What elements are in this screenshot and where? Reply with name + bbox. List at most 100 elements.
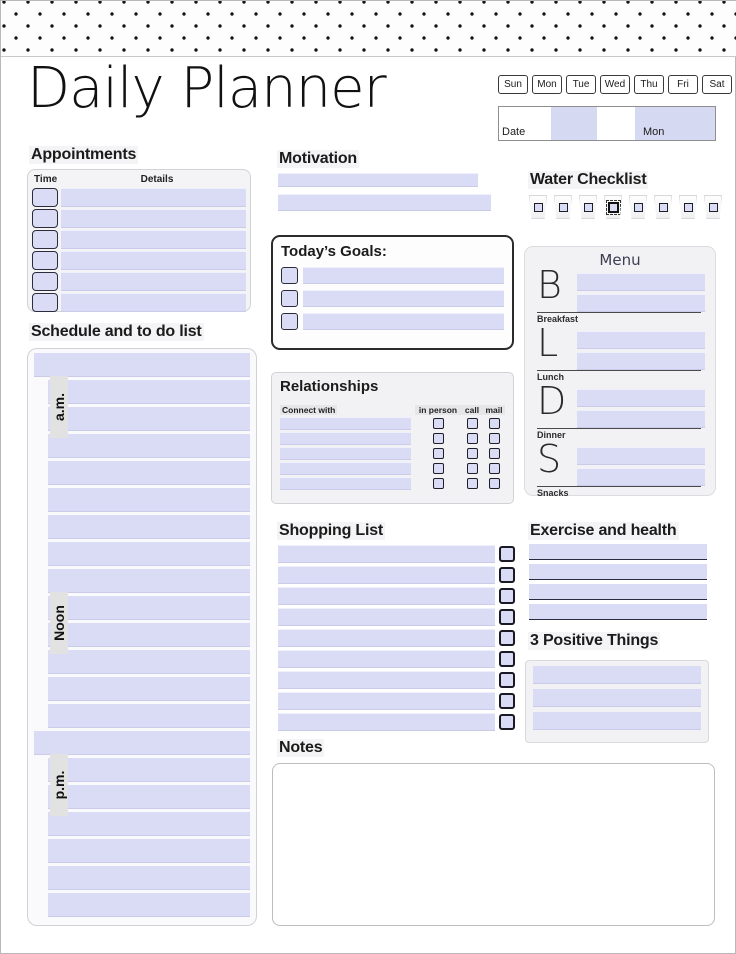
appointment-time-input[interactable] [32,209,58,228]
schedule-row-input[interactable] [48,488,250,512]
exercise-input[interactable] [529,584,707,600]
relationship-in-person-checkbox[interactable] [432,432,444,444]
appointment-details-input[interactable] [61,251,246,270]
shopping-item-input[interactable] [278,712,495,731]
shopping-item-checkbox[interactable] [499,650,515,667]
motivation-line-2[interactable] [278,194,491,211]
schedule-row-input[interactable] [48,596,250,620]
schedule-row-input[interactable] [48,677,250,701]
appointment-time-input[interactable] [32,272,58,291]
schedule-row-input[interactable] [48,704,250,728]
day-button-thu[interactable]: Thu [634,75,664,94]
appointment-time-input[interactable] [32,251,58,270]
schedule-row-input[interactable] [34,353,250,377]
water-glass-checkbox[interactable] [708,202,718,212]
day-button-sat[interactable]: Sat [702,75,732,94]
shopping-item-checkbox[interactable] [499,545,515,562]
relationship-in-person-checkbox[interactable] [432,417,444,429]
shopping-item-input[interactable] [278,565,495,584]
relationship-call-checkbox[interactable] [466,447,478,459]
shopping-item-checkbox[interactable] [499,713,515,730]
goal-input[interactable] [303,266,504,284]
exercise-input[interactable] [529,564,707,580]
water-glass-checkbox[interactable] [633,202,643,212]
water-glass-checkbox[interactable] [658,202,668,212]
goal-input[interactable] [303,312,504,330]
water-glass-5[interactable] [629,195,647,219]
schedule-row-input[interactable] [48,785,250,809]
relationship-name-input[interactable] [280,446,411,460]
shopping-item-checkbox[interactable] [499,629,515,646]
shopping-item-input[interactable] [278,544,495,563]
appointment-details-input[interactable] [61,272,246,291]
schedule-row-input[interactable] [48,812,250,836]
menu-meal-input[interactable] [577,468,705,486]
water-glass-3[interactable] [579,195,597,219]
day-button-mon[interactable]: Mon [532,75,562,94]
relationship-call-checkbox[interactable] [466,462,478,474]
relationship-mail-checkbox[interactable] [488,417,500,429]
relationship-name-input[interactable] [280,416,411,430]
menu-meal-input[interactable] [577,331,705,349]
schedule-row-input[interactable] [48,839,250,863]
shopping-item-input[interactable] [278,691,495,710]
relationship-mail-checkbox[interactable] [488,477,500,489]
goal-input[interactable] [303,289,504,307]
notes-textarea[interactable] [272,763,715,926]
water-glass-checkbox[interactable] [558,202,568,212]
shopping-item-checkbox[interactable] [499,671,515,688]
shopping-item-checkbox[interactable] [499,608,515,625]
water-glass-8[interactable] [704,195,722,219]
day-button-sun[interactable]: Sun [498,75,528,94]
relationship-in-person-checkbox[interactable] [432,477,444,489]
schedule-row-input[interactable] [48,623,250,647]
positive-thing-input[interactable] [533,666,701,684]
appointment-time-input[interactable] [32,188,58,207]
exercise-input[interactable] [529,544,707,560]
motivation-line-1[interactable] [278,173,478,187]
shopping-item-input[interactable] [278,628,495,647]
goal-checkbox[interactable] [281,289,298,307]
schedule-row-input[interactable] [48,542,250,566]
water-glass-4[interactable] [604,195,622,219]
relationship-call-checkbox[interactable] [466,432,478,444]
schedule-row-input[interactable] [48,650,250,674]
schedule-row-input[interactable] [48,434,250,458]
appointment-time-input[interactable] [32,230,58,249]
relationship-call-checkbox[interactable] [466,477,478,489]
menu-meal-input[interactable] [577,389,705,407]
shopping-item-checkbox[interactable] [499,692,515,709]
appointment-details-input[interactable] [61,293,246,312]
relationship-mail-checkbox[interactable] [488,462,500,474]
schedule-row-input[interactable] [48,569,250,593]
relationship-in-person-checkbox[interactable] [432,447,444,459]
relationship-name-input[interactable] [280,461,411,475]
relationship-in-person-checkbox[interactable] [432,462,444,474]
schedule-row-input[interactable] [48,515,250,539]
day-button-tue[interactable]: Tue [566,75,596,94]
menu-meal-input[interactable] [577,294,705,312]
goal-checkbox[interactable] [281,312,298,330]
relationship-name-input[interactable] [280,476,411,490]
menu-meal-input[interactable] [577,410,705,428]
shopping-item-input[interactable] [278,607,495,626]
appointment-details-input[interactable] [61,209,246,228]
relationship-mail-checkbox[interactable] [488,432,500,444]
water-glass-checkbox[interactable] [605,199,621,215]
schedule-row-input[interactable] [48,758,250,782]
relationship-name-input[interactable] [280,431,411,445]
water-glass-6[interactable] [654,195,672,219]
shopping-item-input[interactable] [278,670,495,689]
day-input[interactable] [597,107,635,140]
positive-thing-input[interactable] [533,712,701,730]
shopping-item-checkbox[interactable] [499,566,515,583]
appointment-time-input[interactable] [32,293,58,312]
day-button-fri[interactable]: Fri [668,75,698,94]
schedule-row-input[interactable] [48,407,250,431]
goal-checkbox[interactable] [281,266,298,284]
schedule-row-input[interactable] [34,731,250,755]
menu-meal-input[interactable] [577,273,705,291]
water-glass-checkbox[interactable] [583,202,593,212]
day-value-area[interactable]: Mon [635,107,715,140]
schedule-row-input[interactable] [48,893,250,917]
